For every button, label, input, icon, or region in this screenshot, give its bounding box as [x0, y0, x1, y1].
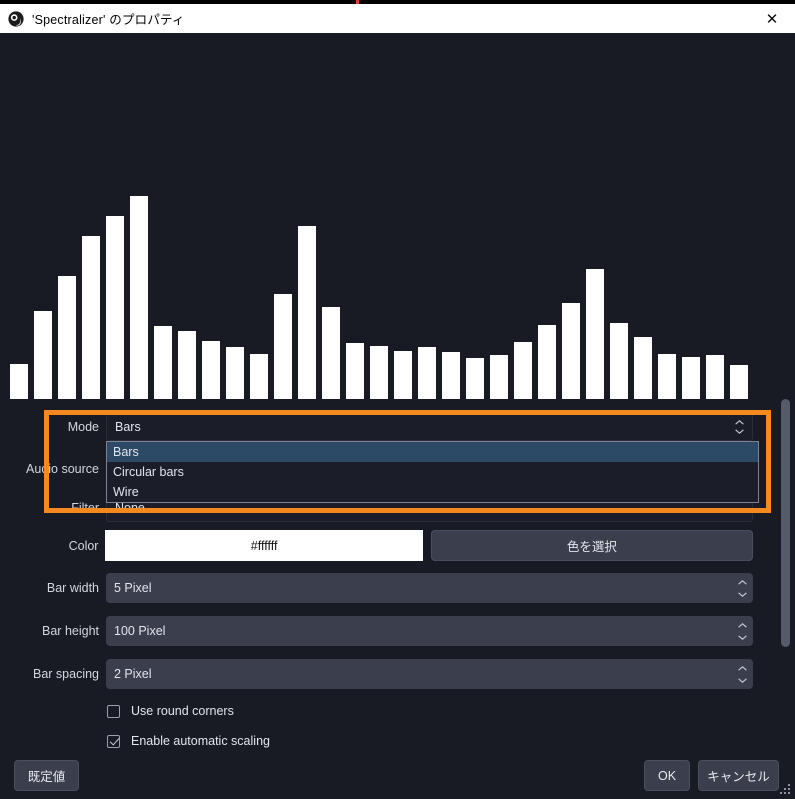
spectrum-bar	[586, 269, 604, 399]
bar-spacing-spinbox[interactable]: 2 Pixel	[106, 659, 753, 689]
spectrum-bar	[274, 294, 292, 399]
spectrum-bar	[514, 342, 532, 399]
color-swatch[interactable]: #ffffff	[105, 530, 423, 561]
spectrum-bar	[682, 357, 700, 399]
spectrum-bar	[34, 311, 52, 399]
round-corners-checkbox[interactable]	[107, 704, 120, 718]
bar-width-label: Bar width	[46, 581, 99, 595]
spectrum-bars	[0, 33, 795, 399]
spectrum-bar	[58, 276, 76, 399]
audio-source-label: Audio source	[26, 461, 99, 476]
spectrum-bar	[106, 216, 124, 399]
spectrum-preview	[0, 33, 795, 399]
spectrum-bar	[322, 307, 340, 399]
resize-grip-icon[interactable]	[780, 784, 792, 796]
spectrum-bar	[634, 337, 652, 399]
spectrum-bar	[226, 347, 244, 399]
mode-label: Mode	[67, 419, 99, 434]
spectrum-bar	[10, 364, 28, 399]
spinner-arrows-icon[interactable]	[738, 573, 747, 603]
color-row: Color #ffffff 色を選択	[0, 530, 754, 561]
bar-height-label: Bar height	[42, 624, 99, 638]
bar-spacing-row: Bar spacing 2 Pixel	[0, 659, 753, 689]
dropdown-option-wire[interactable]: Wire	[107, 482, 758, 502]
mode-value: Bars	[115, 419, 141, 434]
spectrum-bar	[730, 365, 748, 399]
bar-spacing-label: Bar spacing	[32, 667, 99, 681]
obs-logo-icon	[8, 10, 24, 27]
bar-width-spinbox[interactable]: 5 Pixel	[106, 573, 753, 603]
spectrum-bar	[394, 351, 412, 399]
spectrum-bar	[442, 352, 460, 399]
spectrum-bar	[202, 341, 220, 399]
pick-color-button[interactable]: 色を選択	[430, 530, 754, 561]
spectrum-bar	[154, 326, 172, 399]
spectrum-bar	[538, 325, 556, 399]
spectrum-bar	[706, 355, 724, 399]
chevron-updown-icon	[735, 413, 744, 440]
window-title: 'Spectralizer' のプロパティ	[32, 13, 185, 27]
spectrum-bar	[346, 343, 364, 399]
spectrum-bar	[178, 331, 196, 399]
spinner-arrows-icon[interactable]	[738, 659, 747, 689]
spinner-arrows-icon[interactable]	[738, 616, 747, 646]
mode-combobox[interactable]: Bars	[106, 412, 753, 441]
round-corners-checkbox-row[interactable]: Use round corners	[107, 704, 234, 718]
dialog-footer: 既定値 OK キャンセル	[0, 754, 795, 799]
bar-spacing-value: 2 Pixel	[114, 667, 152, 681]
spectrum-bar	[418, 347, 436, 399]
defaults-button[interactable]: 既定値	[14, 760, 79, 791]
bar-width-row: Bar width 5 Pixel	[0, 573, 753, 603]
spectrum-bar	[658, 354, 676, 399]
bar-height-value: 100 Pixel	[114, 624, 166, 638]
options-scrollbar-track[interactable]	[780, 399, 791, 685]
spectrum-bar	[82, 236, 100, 399]
title-bar: 'Spectralizer' のプロパティ ✕	[0, 4, 795, 33]
spectrum-bar	[610, 323, 628, 399]
filter-label: Filter	[71, 500, 99, 515]
bar-height-spinbox[interactable]: 100 Pixel	[106, 616, 753, 646]
spectrum-bar	[562, 303, 580, 399]
mode-dropdown-popup[interactable]: Bars Circular bars Wire	[106, 441, 759, 503]
cancel-button[interactable]: キャンセル	[698, 760, 779, 791]
properties-dialog-window: 'Spectralizer' のプロパティ ✕ Mode Bars Audio …	[0, 0, 795, 799]
dropdown-option-circular-bars[interactable]: Circular bars	[107, 462, 758, 482]
mode-row: Mode Bars	[0, 412, 753, 441]
spectrum-bar	[490, 355, 508, 399]
ok-button[interactable]: OK	[644, 760, 690, 791]
spectrum-bar	[466, 358, 484, 399]
bar-height-row: Bar height 100 Pixel	[0, 616, 753, 646]
close-icon[interactable]: ✕	[749, 4, 795, 33]
auto-scaling-checkbox[interactable]	[107, 734, 120, 748]
auto-scaling-label: Enable automatic scaling	[131, 734, 270, 748]
dropdown-option-bars[interactable]: Bars	[107, 442, 758, 462]
auto-scaling-checkbox-row[interactable]: Enable automatic scaling	[107, 734, 270, 748]
options-scrollbar-thumb[interactable]	[781, 399, 790, 647]
round-corners-label: Use round corners	[131, 704, 234, 718]
spectrum-bar	[130, 196, 148, 399]
spectrum-bar	[250, 354, 268, 399]
spectrum-bar	[298, 226, 316, 399]
bar-width-value: 5 Pixel	[114, 581, 152, 595]
spectrum-bar	[370, 346, 388, 399]
color-label: Color	[68, 538, 99, 553]
